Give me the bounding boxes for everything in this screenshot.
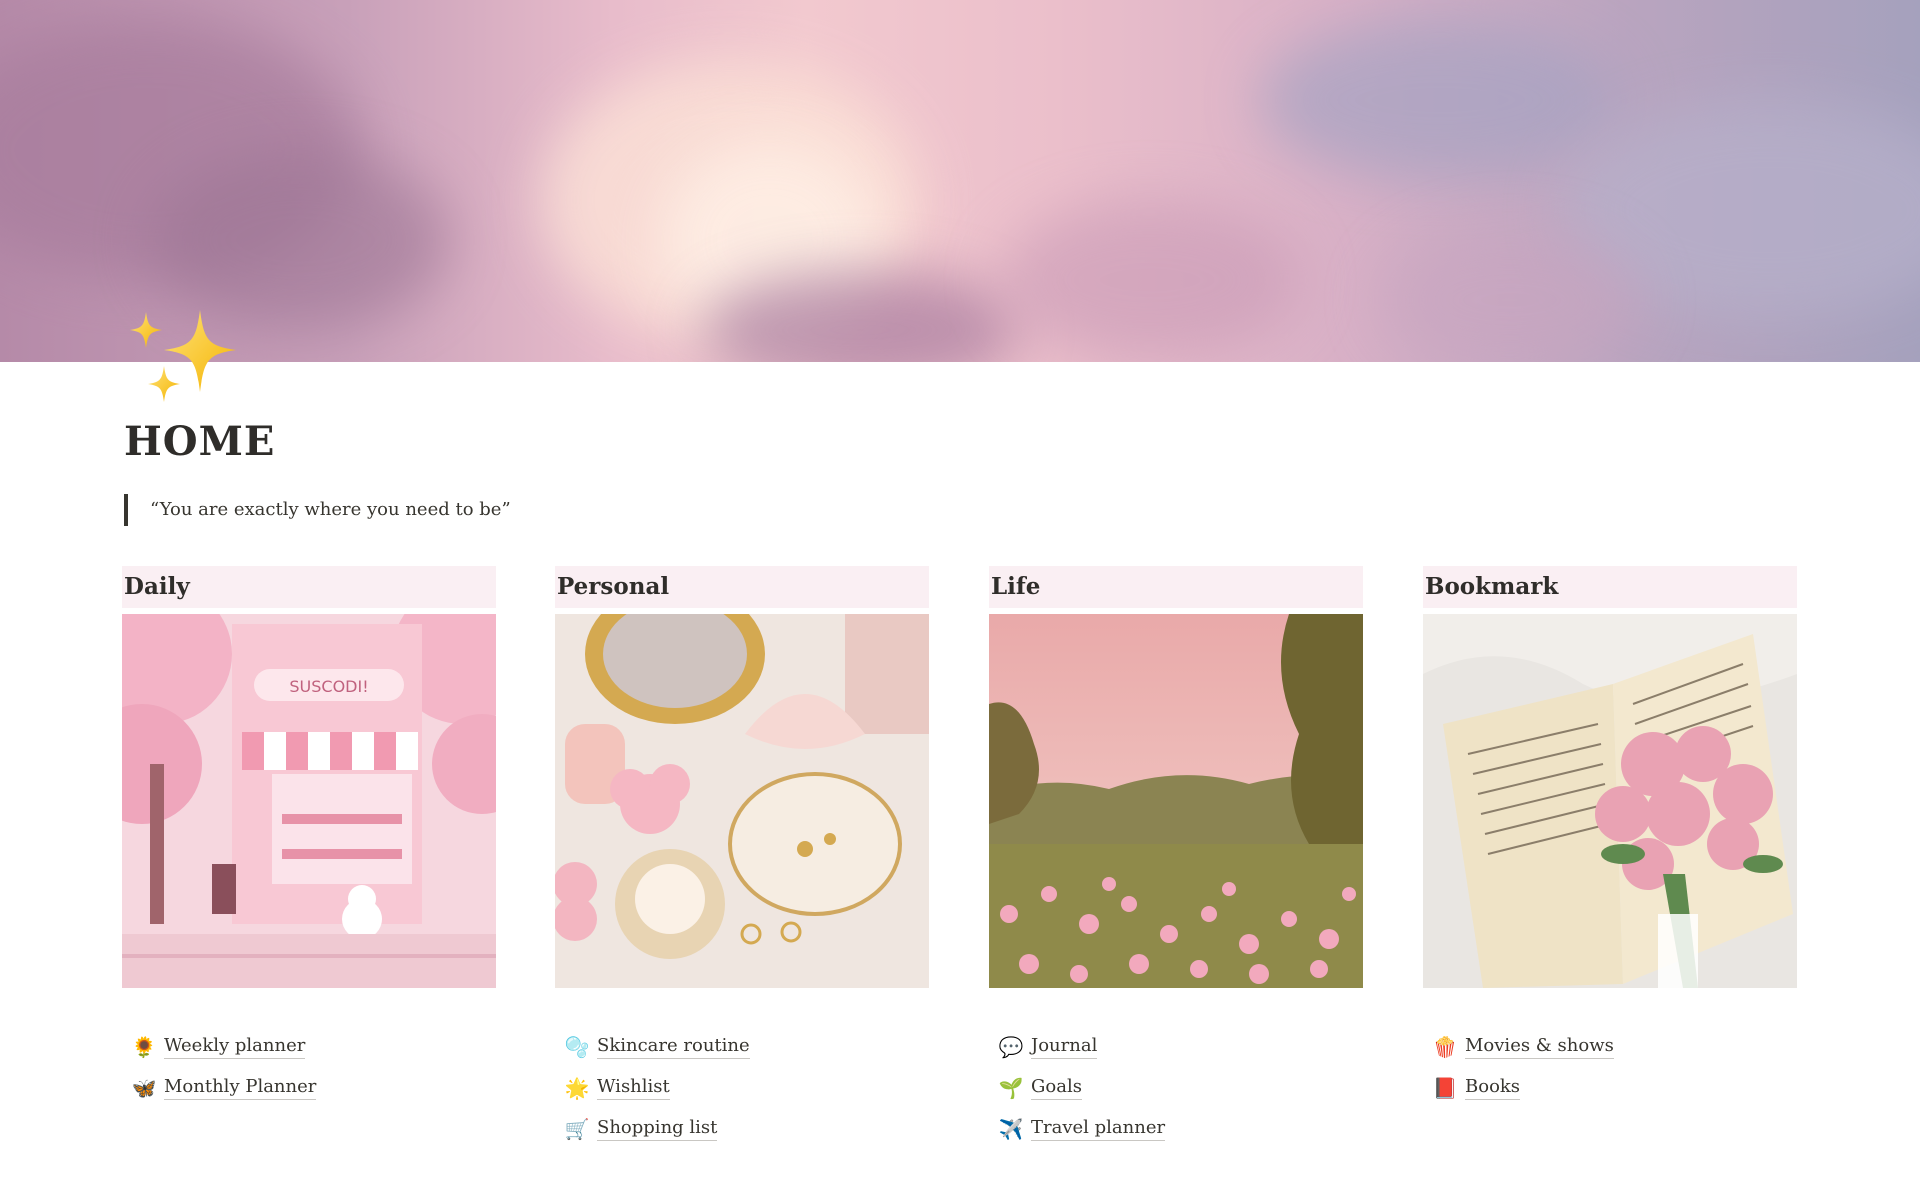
link-books[interactable]: 📕 Books [1431, 1067, 1797, 1108]
link-wishlist[interactable]: 🌟 Wishlist [563, 1067, 929, 1108]
link-goals[interactable]: 🌱 Goals [997, 1067, 1363, 1108]
bookmark-header[interactable]: Bookmark [1423, 566, 1797, 608]
seedling-icon: 🌱 [998, 1075, 1024, 1100]
link-label[interactable]: Journal [1031, 1034, 1098, 1059]
link-skincare-routine[interactable]: 🫧 Skincare routine [563, 1026, 929, 1067]
daily-image[interactable]: SUSCODI! [122, 614, 496, 988]
link-label[interactable]: Wishlist [597, 1075, 670, 1100]
life-column: Life 💬 Journal 🌱 Goals ✈️ Travel planner [989, 566, 1363, 1149]
speech-bubble-icon: 💬 [998, 1034, 1024, 1059]
link-label[interactable]: Books [1465, 1075, 1521, 1100]
quote-block[interactable]: “You are exactly where you need to be” [124, 494, 511, 526]
link-weekly-planner[interactable]: 🌻 Weekly planner [130, 1026, 496, 1067]
bookmark-column: Bookmark 🍿 Movies & shows 📕 Books [1423, 566, 1797, 1108]
link-label[interactable]: Monthly Planner [164, 1075, 317, 1100]
butterfly-icon: 🦋 [131, 1075, 157, 1100]
shopping-cart-icon: 🛒 [564, 1116, 590, 1141]
bubbles-icon: 🫧 [564, 1034, 590, 1059]
personal-header[interactable]: Personal [555, 566, 929, 608]
link-label[interactable]: Goals [1031, 1075, 1082, 1100]
daily-links: 🌻 Weekly planner 🦋 Monthly Planner [122, 1026, 496, 1108]
cover-image[interactable] [0, 0, 1920, 362]
page-title[interactable]: HOME [124, 418, 275, 465]
link-journal[interactable]: 💬 Journal [997, 1026, 1363, 1067]
popcorn-icon: 🍿 [1432, 1034, 1458, 1059]
red-book-icon: 📕 [1432, 1075, 1458, 1100]
link-label[interactable]: Skincare routine [597, 1034, 750, 1059]
personal-links: 🫧 Skincare routine 🌟 Wishlist 🛒 Shopping… [555, 1026, 929, 1149]
link-label[interactable]: Weekly planner [164, 1034, 306, 1059]
sparkles-icon[interactable] [124, 300, 244, 420]
personal-image[interactable] [555, 614, 929, 988]
daily-column: Daily SUSCODI! 🌻 Weekly planner 🦋 Monthl… [122, 566, 496, 1108]
link-label[interactable]: Shopping list [597, 1116, 718, 1141]
airplane-icon: ✈️ [998, 1116, 1024, 1141]
life-header[interactable]: Life [989, 566, 1363, 608]
link-monthly-planner[interactable]: 🦋 Monthly Planner [130, 1067, 496, 1108]
daily-header[interactable]: Daily [122, 566, 496, 608]
link-shopping-list[interactable]: 🛒 Shopping list [563, 1108, 929, 1149]
link-movies-shows[interactable]: 🍿 Movies & shows [1431, 1026, 1797, 1067]
sunflower-icon: 🌻 [131, 1034, 157, 1059]
svg-text:SUSCODI!: SUSCODI! [289, 677, 368, 696]
glowing-star-icon: 🌟 [564, 1075, 590, 1100]
personal-column: Personal 🫧 Skincare routine 🌟 Wishlist 🛒… [555, 566, 929, 1149]
link-travel-planner[interactable]: ✈️ Travel planner [997, 1108, 1363, 1149]
life-image[interactable] [989, 614, 1363, 988]
link-label[interactable]: Movies & shows [1465, 1034, 1614, 1059]
link-label[interactable]: Travel planner [1031, 1116, 1166, 1141]
life-links: 💬 Journal 🌱 Goals ✈️ Travel planner [989, 1026, 1363, 1149]
bookmark-image[interactable] [1423, 614, 1797, 988]
bookmark-links: 🍿 Movies & shows 📕 Books [1423, 1026, 1797, 1108]
